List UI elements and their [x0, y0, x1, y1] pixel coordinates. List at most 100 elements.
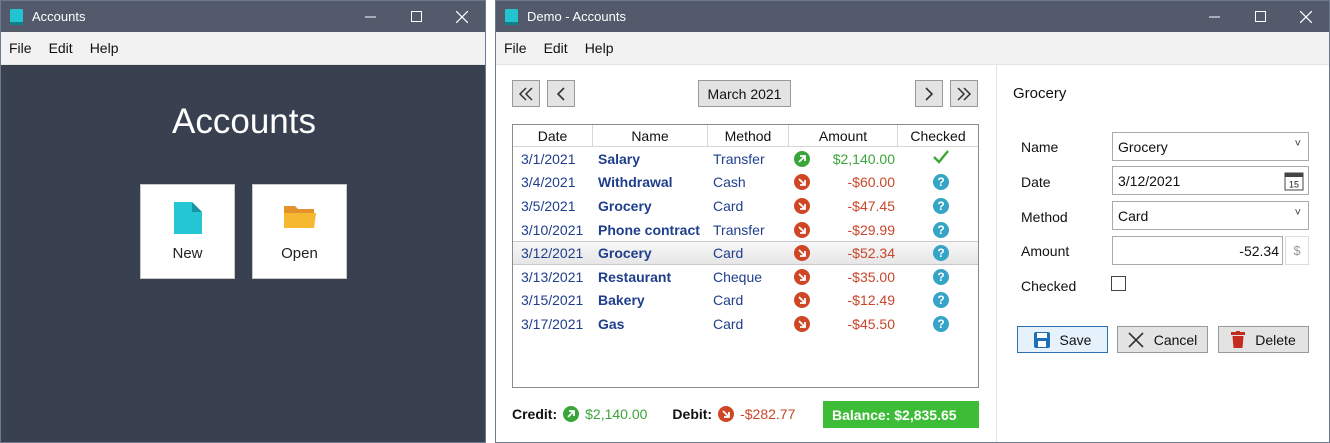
debit-arrow-icon — [794, 245, 810, 262]
question-icon[interactable]: ? — [933, 197, 949, 214]
menu-help[interactable]: Help — [88, 40, 121, 56]
last-month-button[interactable] — [950, 80, 978, 107]
close-button[interactable] — [439, 1, 485, 32]
column-header-amount[interactable]: Amount — [789, 125, 898, 147]
new-button[interactable]: New — [140, 184, 235, 279]
amount-input[interactable]: -52.34 — [1112, 236, 1283, 265]
table-row[interactable]: 3/10/2021 Phone contract Transfer -$29.99? — [513, 218, 978, 242]
menu-edit[interactable]: Edit — [542, 40, 570, 56]
date-value: 3/12/2021 — [1118, 172, 1181, 189]
column-header-name[interactable]: Name — [593, 125, 708, 147]
detail-title: Grocery — [1013, 85, 1067, 102]
window-title: Accounts — [32, 9, 86, 24]
row-name: Grocery — [598, 245, 652, 262]
new-label: New — [172, 245, 203, 262]
chevron-down-icon[interactable]: ˅ — [1295, 138, 1301, 150]
row-date: 3/1/2021 — [521, 150, 576, 167]
currency-symbol: $ — [1285, 236, 1309, 265]
name-label: Name — [1021, 139, 1059, 155]
row-name: Withdrawal — [598, 174, 673, 191]
debit-arrow-icon — [794, 174, 810, 191]
date-picker[interactable]: 3/12/2021 15 — [1112, 166, 1309, 195]
row-method: Transfer — [713, 150, 765, 167]
column-header-date[interactable]: Date — [513, 125, 593, 147]
question-icon[interactable]: ? — [933, 174, 949, 191]
credit-label: Credit: — [512, 406, 558, 422]
save-icon — [1033, 331, 1050, 348]
checkmark-icon[interactable] — [933, 150, 949, 167]
row-amount: -$47.45 — [847, 197, 895, 214]
amount-label: Amount — [1021, 243, 1070, 259]
table-row[interactable]: 3/17/2021 Gas Card -$45.50? — [513, 312, 978, 336]
name-combobox[interactable]: Grocery ˅ — [1112, 132, 1309, 161]
checked-label: Checked — [1021, 278, 1077, 294]
credit-arrow-icon — [563, 406, 580, 422]
debit-arrow-icon — [794, 315, 810, 332]
title-bar: Accounts — [1, 1, 485, 32]
credit-arrow-icon — [794, 150, 810, 167]
row-method: Card — [713, 197, 744, 214]
checked-checkbox[interactable] — [1111, 276, 1126, 291]
open-label: Open — [281, 245, 318, 262]
table-row[interactable]: 3/4/2021 Withdrawal Cash -$60.00? — [513, 171, 978, 195]
cancel-label: Cancel — [1153, 331, 1198, 348]
accounts-window: Accounts File Edit Help Accounts New Ope… — [0, 0, 486, 443]
close-button[interactable] — [1283, 1, 1329, 32]
double-chevron-left-icon — [518, 86, 533, 101]
chevron-right-icon — [925, 86, 934, 101]
row-amount: -$12.49 — [847, 292, 895, 309]
grid-header: Date Name Method Amount Checked — [513, 125, 978, 147]
table-row[interactable]: 3/12/2021 Grocery Card -$52.34? — [513, 241, 978, 265]
debit-arrow-icon — [794, 197, 810, 214]
row-name: Restaurant — [598, 268, 672, 285]
maximize-button[interactable] — [393, 1, 439, 32]
menu-help[interactable]: Help — [583, 40, 616, 56]
calendar-icon[interactable]: 15 — [1284, 171, 1304, 194]
row-method: Transfer — [713, 221, 765, 238]
debit-label: Debit: — [672, 406, 713, 422]
table-row[interactable]: 3/15/2021 Bakery Card -$12.49? — [513, 289, 978, 313]
question-icon[interactable]: ? — [933, 221, 949, 238]
previous-month-button[interactable] — [547, 80, 575, 107]
chevron-down-icon[interactable]: ˅ — [1295, 207, 1301, 219]
table-row[interactable]: 3/13/2021 Restaurant Cheque -$35.00? — [513, 265, 978, 289]
column-header-method[interactable]: Method — [708, 125, 789, 147]
first-month-button[interactable] — [512, 80, 540, 107]
panel-divider — [996, 65, 997, 442]
debit-total: -$282.77 — [740, 406, 796, 422]
month-selector-button[interactable]: March 2021 — [698, 80, 791, 107]
minimize-button[interactable] — [347, 1, 393, 32]
cancel-button[interactable]: Cancel — [1117, 326, 1208, 353]
question-icon[interactable]: ? — [933, 245, 949, 262]
transactions-grid[interactable]: Date Name Method Amount Checked 3/1/2021… — [512, 124, 979, 388]
table-row[interactable]: 3/1/2021 Salary Transfer $2,140.00 — [513, 147, 978, 171]
question-icon[interactable]: ? — [933, 315, 949, 332]
minimize-button[interactable] — [1191, 1, 1237, 32]
method-combobox[interactable]: Card ˅ — [1112, 201, 1309, 230]
row-amount: $2,140.00 — [832, 150, 895, 167]
row-method: Card — [713, 315, 744, 332]
menu-file[interactable]: File — [7, 40, 34, 56]
question-icon[interactable]: ? — [933, 292, 949, 309]
row-method: Cash — [713, 174, 746, 191]
row-amount: -$45.50 — [847, 315, 895, 332]
name-value: Grocery — [1118, 138, 1168, 155]
grid-body: 3/1/2021 Salary Transfer $2,140.00 3/4/2021 W… — [513, 147, 978, 336]
close-icon — [1128, 331, 1144, 348]
menu-edit[interactable]: Edit — [47, 40, 75, 56]
table-row[interactable]: 3/5/2021 Grocery Card -$47.45? — [513, 194, 978, 218]
method-label: Method — [1021, 209, 1068, 225]
menu-file[interactable]: File — [502, 40, 529, 56]
open-button[interactable]: Open — [252, 184, 347, 279]
app-book-icon — [10, 8, 24, 25]
question-icon[interactable]: ? — [933, 268, 949, 285]
maximize-button[interactable] — [1237, 1, 1283, 32]
column-header-checked[interactable]: Checked — [898, 125, 978, 147]
delete-button[interactable]: Delete — [1218, 326, 1309, 353]
row-date: 3/12/2021 — [521, 245, 584, 262]
row-method: Card — [713, 292, 744, 309]
row-date: 3/13/2021 — [521, 268, 584, 285]
save-button[interactable]: Save — [1017, 326, 1108, 353]
calendar-day: 15 — [1289, 180, 1299, 190]
next-month-button[interactable] — [915, 80, 943, 107]
